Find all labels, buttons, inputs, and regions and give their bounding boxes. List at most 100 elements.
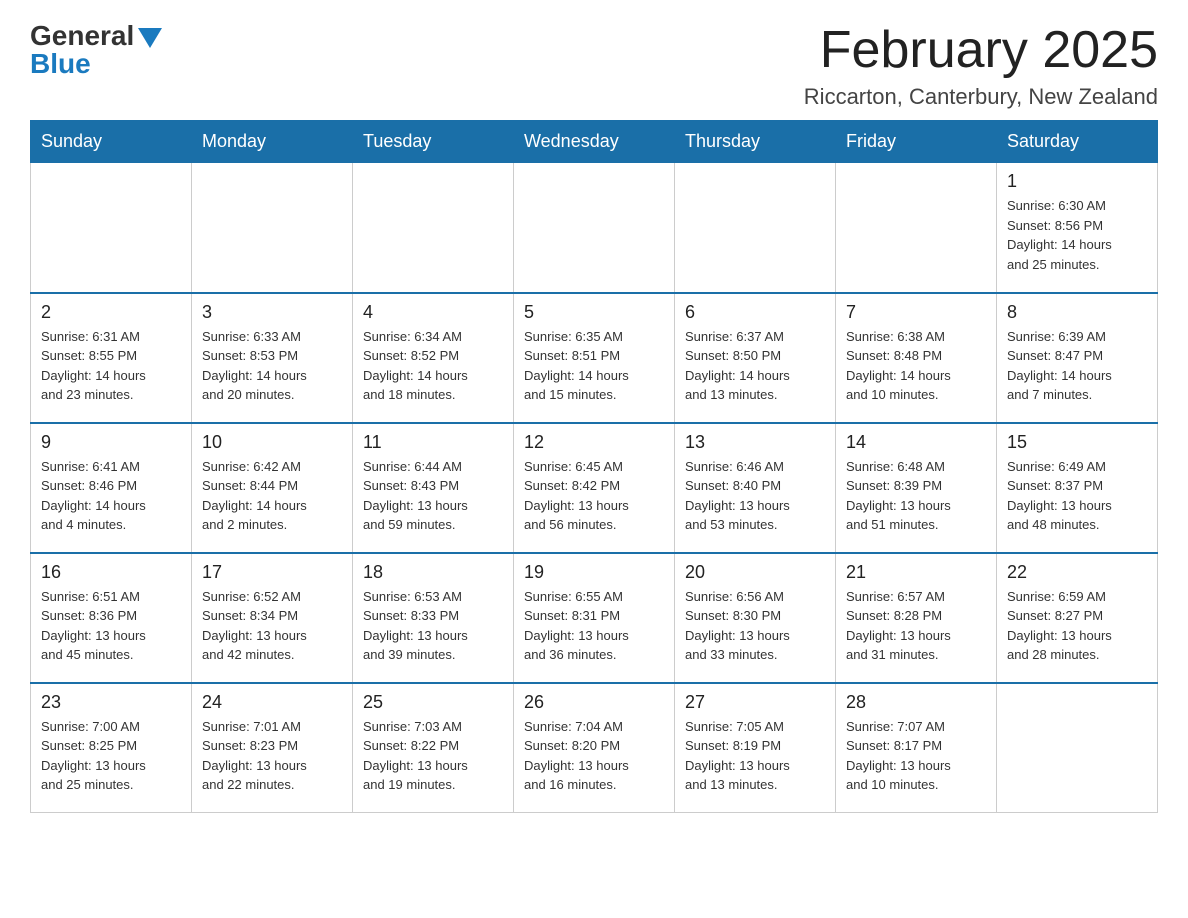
day-info: Sunrise: 6:35 AM Sunset: 8:51 PM Dayligh… xyxy=(524,327,664,405)
calendar-cell xyxy=(192,163,353,293)
title-section: February 2025 Riccarton, Canterbury, New… xyxy=(804,20,1158,110)
calendar-cell: 3 Sunrise: 6:33 AM Sunset: 8:53 PM Daylig… xyxy=(192,293,353,423)
day-number: 8 xyxy=(1007,302,1147,323)
calendar-cell: 14 Sunrise: 6:48 AM Sunset: 8:39 PM Dayli… xyxy=(836,423,997,553)
day-of-week-header: Friday xyxy=(836,121,997,163)
day-info: Sunrise: 6:56 AM Sunset: 8:30 PM Dayligh… xyxy=(685,587,825,665)
day-number: 1 xyxy=(1007,171,1147,192)
day-number: 4 xyxy=(363,302,503,323)
calendar-cell: 15 Sunrise: 6:49 AM Sunset: 8:37 PM Dayli… xyxy=(997,423,1158,553)
calendar-cell: 9 Sunrise: 6:41 AM Sunset: 8:46 PM Daylig… xyxy=(31,423,192,553)
day-info: Sunrise: 6:59 AM Sunset: 8:27 PM Dayligh… xyxy=(1007,587,1147,665)
day-info: Sunrise: 7:04 AM Sunset: 8:20 PM Dayligh… xyxy=(524,717,664,795)
calendar-cell xyxy=(514,163,675,293)
calendar-cell: 8 Sunrise: 6:39 AM Sunset: 8:47 PM Daylig… xyxy=(997,293,1158,423)
day-info: Sunrise: 6:41 AM Sunset: 8:46 PM Dayligh… xyxy=(41,457,181,535)
calendar-cell: 11 Sunrise: 6:44 AM Sunset: 8:43 PM Dayli… xyxy=(353,423,514,553)
day-number: 18 xyxy=(363,562,503,583)
day-number: 19 xyxy=(524,562,664,583)
calendar-cell: 18 Sunrise: 6:53 AM Sunset: 8:33 PM Dayli… xyxy=(353,553,514,683)
day-of-week-header: Tuesday xyxy=(353,121,514,163)
day-number: 12 xyxy=(524,432,664,453)
day-number: 25 xyxy=(363,692,503,713)
day-info: Sunrise: 6:34 AM Sunset: 8:52 PM Dayligh… xyxy=(363,327,503,405)
day-info: Sunrise: 6:44 AM Sunset: 8:43 PM Dayligh… xyxy=(363,457,503,535)
week-row: 1Sunrise: 6:30 AM Sunset: 8:56 PM Daylig… xyxy=(31,163,1158,293)
day-info: Sunrise: 6:45 AM Sunset: 8:42 PM Dayligh… xyxy=(524,457,664,535)
day-number: 21 xyxy=(846,562,986,583)
logo-triangle-icon xyxy=(138,28,162,48)
day-number: 27 xyxy=(685,692,825,713)
day-info: Sunrise: 6:33 AM Sunset: 8:53 PM Dayligh… xyxy=(202,327,342,405)
day-number: 22 xyxy=(1007,562,1147,583)
week-row: 9 Sunrise: 6:41 AM Sunset: 8:46 PM Daylig… xyxy=(31,423,1158,553)
day-info: Sunrise: 7:01 AM Sunset: 8:23 PM Dayligh… xyxy=(202,717,342,795)
calendar-cell xyxy=(31,163,192,293)
day-info: Sunrise: 6:38 AM Sunset: 8:48 PM Dayligh… xyxy=(846,327,986,405)
day-info: Sunrise: 7:05 AM Sunset: 8:19 PM Dayligh… xyxy=(685,717,825,795)
day-of-week-header: Monday xyxy=(192,121,353,163)
calendar-cell: 10Sunrise: 6:42 AM Sunset: 8:44 PM Dayli… xyxy=(192,423,353,553)
calendar-cell: 16Sunrise: 6:51 AM Sunset: 8:36 PM Dayli… xyxy=(31,553,192,683)
day-number: 13 xyxy=(685,432,825,453)
day-number: 15 xyxy=(1007,432,1147,453)
day-info: Sunrise: 6:31 AM Sunset: 8:55 PM Dayligh… xyxy=(41,327,181,405)
day-of-week-header: Thursday xyxy=(675,121,836,163)
day-info: Sunrise: 6:39 AM Sunset: 8:47 PM Dayligh… xyxy=(1007,327,1147,405)
day-number: 11 xyxy=(363,432,503,453)
calendar-cell: 24 Sunrise: 7:01 AM Sunset: 8:23 PM Dayli… xyxy=(192,683,353,813)
day-number: 2 xyxy=(41,302,181,323)
day-number: 28 xyxy=(846,692,986,713)
calendar-cell: 17Sunrise: 6:52 AM Sunset: 8:34 PM Dayli… xyxy=(192,553,353,683)
calendar-cell: 5 Sunrise: 6:35 AM Sunset: 8:51 PM Daylig… xyxy=(514,293,675,423)
day-number: 9 xyxy=(41,432,181,453)
calendar-cell: 1Sunrise: 6:30 AM Sunset: 8:56 PM Daylig… xyxy=(997,163,1158,293)
calendar-cell: 26 Sunrise: 7:04 AM Sunset: 8:20 PM Dayli… xyxy=(514,683,675,813)
calendar-cell: 23 Sunrise: 7:00 AM Sunset: 8:25 PM Dayli… xyxy=(31,683,192,813)
day-info: Sunrise: 7:07 AM Sunset: 8:17 PM Dayligh… xyxy=(846,717,986,795)
day-number: 24 xyxy=(202,692,342,713)
calendar-cell: 25 Sunrise: 7:03 AM Sunset: 8:22 PM Dayli… xyxy=(353,683,514,813)
day-info: Sunrise: 6:53 AM Sunset: 8:33 PM Dayligh… xyxy=(363,587,503,665)
day-number: 3 xyxy=(202,302,342,323)
calendar-cell xyxy=(836,163,997,293)
day-info: Sunrise: 6:51 AM Sunset: 8:36 PM Dayligh… xyxy=(41,587,181,665)
calendar-cell xyxy=(353,163,514,293)
calendar-cell: 2 Sunrise: 6:31 AM Sunset: 8:55 PM Daylig… xyxy=(31,293,192,423)
calendar-cell: 6Sunrise: 6:37 AM Sunset: 8:50 PM Daylig… xyxy=(675,293,836,423)
day-of-week-header: Saturday xyxy=(997,121,1158,163)
day-info: Sunrise: 6:52 AM Sunset: 8:34 PM Dayligh… xyxy=(202,587,342,665)
day-number: 20 xyxy=(685,562,825,583)
calendar-cell xyxy=(997,683,1158,813)
day-info: Sunrise: 6:57 AM Sunset: 8:28 PM Dayligh… xyxy=(846,587,986,665)
day-of-week-header: Wednesday xyxy=(514,121,675,163)
location-title: Riccarton, Canterbury, New Zealand xyxy=(804,84,1158,110)
calendar-cell: 22 Sunrise: 6:59 AM Sunset: 8:27 PM Dayli… xyxy=(997,553,1158,683)
day-number: 23 xyxy=(41,692,181,713)
day-number: 26 xyxy=(524,692,664,713)
calendar-cell: 4 Sunrise: 6:34 AM Sunset: 8:52 PM Daylig… xyxy=(353,293,514,423)
day-number: 5 xyxy=(524,302,664,323)
calendar-cell: 19 Sunrise: 6:55 AM Sunset: 8:31 PM Dayli… xyxy=(514,553,675,683)
calendar-cell: 20 Sunrise: 6:56 AM Sunset: 8:30 PM Dayli… xyxy=(675,553,836,683)
day-number: 7 xyxy=(846,302,986,323)
day-info: Sunrise: 6:46 AM Sunset: 8:40 PM Dayligh… xyxy=(685,457,825,535)
month-title: February 2025 xyxy=(804,20,1158,80)
calendar-table: SundayMondayTuesdayWednesdayThursdayFrid… xyxy=(30,120,1158,813)
day-info: Sunrise: 6:55 AM Sunset: 8:31 PM Dayligh… xyxy=(524,587,664,665)
calendar-header-row: SundayMondayTuesdayWednesdayThursdayFrid… xyxy=(31,121,1158,163)
day-info: Sunrise: 6:48 AM Sunset: 8:39 PM Dayligh… xyxy=(846,457,986,535)
week-row: 2 Sunrise: 6:31 AM Sunset: 8:55 PM Daylig… xyxy=(31,293,1158,423)
day-info: Sunrise: 7:00 AM Sunset: 8:25 PM Dayligh… xyxy=(41,717,181,795)
day-of-week-header: Sunday xyxy=(31,121,192,163)
day-info: Sunrise: 6:49 AM Sunset: 8:37 PM Dayligh… xyxy=(1007,457,1147,535)
day-info: Sunrise: 7:03 AM Sunset: 8:22 PM Dayligh… xyxy=(363,717,503,795)
week-row: 23 Sunrise: 7:00 AM Sunset: 8:25 PM Dayli… xyxy=(31,683,1158,813)
calendar-cell: 13 Sunrise: 6:46 AM Sunset: 8:40 PM Dayli… xyxy=(675,423,836,553)
page-header: General Blue February 2025 Riccarton, Ca… xyxy=(30,20,1158,110)
week-row: 16Sunrise: 6:51 AM Sunset: 8:36 PM Dayli… xyxy=(31,553,1158,683)
calendar-cell xyxy=(675,163,836,293)
calendar-cell: 27 Sunrise: 7:05 AM Sunset: 8:19 PM Dayli… xyxy=(675,683,836,813)
calendar-cell: 12 Sunrise: 6:45 AM Sunset: 8:42 PM Dayli… xyxy=(514,423,675,553)
day-number: 14 xyxy=(846,432,986,453)
